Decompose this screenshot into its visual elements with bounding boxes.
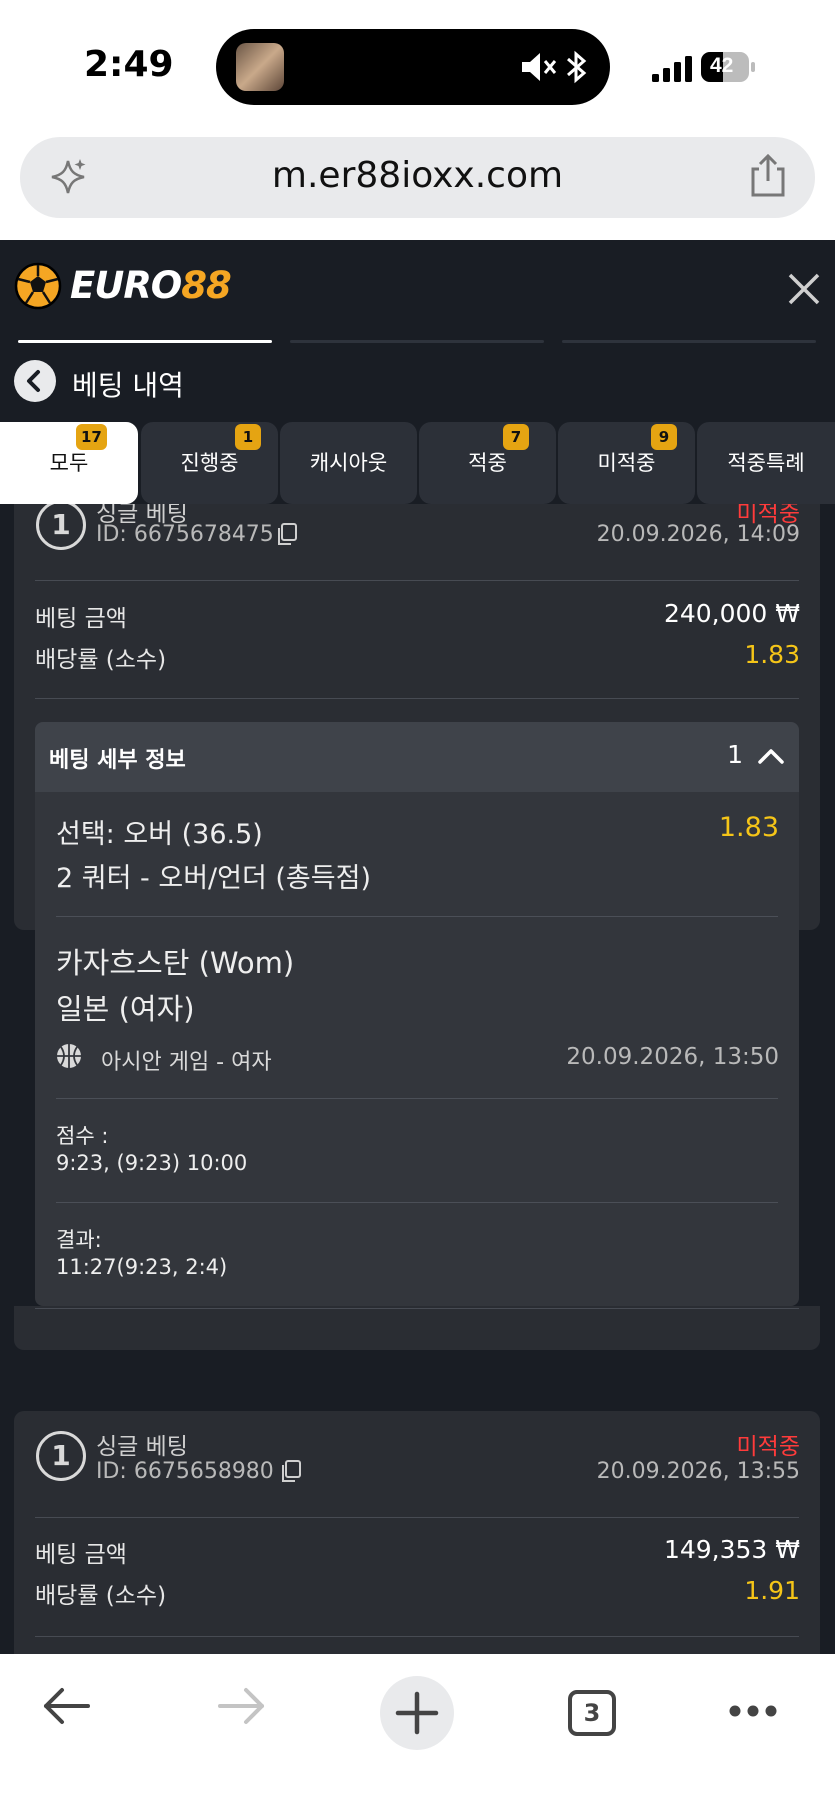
bet-amount: 240,000 ₩ xyxy=(663,599,800,628)
details-title: 베팅 세부 정보 xyxy=(49,748,186,773)
selection-odds: 1.83 xyxy=(718,812,779,843)
divider xyxy=(35,1308,799,1309)
bet-date: 20.09.2026, 13:55 xyxy=(596,1459,800,1484)
tab-badge: 1 xyxy=(235,424,261,450)
bluetooth-icon xyxy=(567,50,587,84)
close-icon[interactable] xyxy=(787,272,821,306)
tabs-count-button[interactable]: 3 xyxy=(568,1690,616,1736)
url-text[interactable]: m.er88ioxx.com xyxy=(20,155,815,196)
tab-label: 진행중 xyxy=(180,451,239,475)
selection: 선택: 오버 (36.5) xyxy=(56,819,263,850)
status-time: 2:49 xyxy=(84,44,174,85)
tab-all[interactable]: 모두 17 xyxy=(0,422,138,504)
brand-number: 88 xyxy=(181,264,231,307)
brand-logo: EURO88 xyxy=(70,264,232,307)
header-tab-indicators xyxy=(0,340,835,344)
team-home: 카자흐스탄 (Wom) xyxy=(56,946,295,980)
bet-type: 싱글 베팅 xyxy=(96,1434,188,1460)
share-icon[interactable] xyxy=(747,153,789,199)
divider xyxy=(56,916,778,917)
odds-label: 배당률 (소수) xyxy=(35,647,167,673)
dynamic-island xyxy=(216,29,610,105)
soccer-ball-logo-icon xyxy=(14,262,62,310)
divider xyxy=(35,580,799,581)
result-value: 11:27(9:23, 2:4) xyxy=(56,1255,228,1279)
tab-label: 캐시아웃 xyxy=(309,451,388,475)
amount-label: 베팅 금액 xyxy=(35,606,127,632)
bet-details-toggle[interactable]: 베팅 세부 정보 1 xyxy=(35,722,799,792)
page-header: 베팅 내역 xyxy=(0,350,835,422)
tab-label: 적중 xyxy=(468,451,507,475)
status-bar: 2:49 42 xyxy=(0,0,835,135)
battery-level: 42 xyxy=(710,54,734,77)
bet-details-panel: 선택: 오버 (36.5) 1.83 2 쿼터 - 오버/언더 (총득점) 카자… xyxy=(35,792,799,1306)
bet-number: 1 xyxy=(36,504,86,550)
league: 아시안 게임 - 여자 xyxy=(101,1050,272,1075)
bet-amount: 149,353 ₩ xyxy=(663,1535,800,1564)
tab-label: 모두 xyxy=(49,451,89,475)
tab-in-progress[interactable]: 진행중 1 xyxy=(141,422,278,504)
divider xyxy=(56,1202,778,1203)
app-view: EURO88 베팅 내역 1 싱글 베팅 ID: 6675678475 미적중 … xyxy=(0,240,835,1654)
battery-icon: 42 xyxy=(701,52,755,82)
chevron-up-icon xyxy=(758,749,784,764)
browser-toolbar: 3 xyxy=(0,1654,835,1816)
divider xyxy=(35,1636,799,1637)
details-count: 1 xyxy=(727,740,743,769)
bet-card-footer xyxy=(14,1306,820,1350)
tab-cashout[interactable]: 캐시아웃 xyxy=(280,422,417,504)
divider xyxy=(35,698,799,699)
address-bar[interactable]: m.er88ioxx.com xyxy=(20,137,815,218)
score-label: 점수 : xyxy=(56,1124,109,1148)
now-playing-thumbnail xyxy=(236,43,284,91)
copy-icon[interactable] xyxy=(276,522,298,546)
signal-icon xyxy=(652,56,692,82)
tab-label: 미적중 xyxy=(597,451,656,475)
divider xyxy=(56,1098,778,1099)
tab-badge: 7 xyxy=(503,424,529,450)
bet-odds: 1.83 xyxy=(744,640,800,669)
back-button[interactable] xyxy=(14,360,56,402)
chevron-left-icon xyxy=(27,370,40,392)
divider xyxy=(35,1517,799,1518)
match-date: 20.09.2026, 13:50 xyxy=(566,1044,779,1070)
bet-number: 1 xyxy=(36,1431,86,1481)
bet-status: 미적중 xyxy=(736,1434,800,1460)
bet-card: 1 싱글 베팅 ID: 6675658980 미적중 20.09.2026, 1… xyxy=(14,1411,820,1654)
score-value: 9:23, (9:23) 10:00 xyxy=(56,1151,248,1175)
bet-id: ID: 6675678475 xyxy=(96,522,274,547)
odds-label: 배당률 (소수) xyxy=(35,1583,167,1609)
app-header: EURO88 xyxy=(0,240,835,340)
tab-label: 적중특례 xyxy=(727,451,805,475)
tab-lost[interactable]: 미적중 9 xyxy=(558,422,695,504)
bet-date: 20.09.2026, 14:09 xyxy=(596,522,800,547)
tab-badge: 9 xyxy=(651,424,677,450)
bet-id: ID: 6675658980 xyxy=(96,1459,274,1484)
basketball-icon xyxy=(57,1044,81,1068)
back-arrow-icon[interactable] xyxy=(40,1684,92,1728)
copy-icon[interactable] xyxy=(280,1459,302,1483)
tab-special-win[interactable]: 적중특례 xyxy=(697,422,835,504)
tab-won[interactable]: 적중 7 xyxy=(419,422,556,504)
forward-arrow-icon[interactable] xyxy=(216,1684,268,1728)
brand-word: EURO xyxy=(70,264,182,307)
market: 2 쿼터 - 오버/언더 (총득점) xyxy=(56,863,371,894)
page-title: 베팅 내역 xyxy=(72,369,184,402)
result-label: 결과: xyxy=(56,1228,102,1252)
bet-odds: 1.91 xyxy=(744,1576,800,1605)
team-away: 일본 (여자) xyxy=(56,992,195,1026)
filter-tabs: 모두 17 진행중 1 캐시아웃 적중 7 미적중 9 적중특례 xyxy=(0,422,835,504)
more-icon[interactable] xyxy=(728,1704,778,1718)
plus-icon xyxy=(395,1691,439,1735)
tab-badge: 17 xyxy=(76,424,107,450)
amount-label: 베팅 금액 xyxy=(35,1542,127,1568)
mute-icon xyxy=(522,53,557,81)
new-tab-button[interactable] xyxy=(380,1676,454,1750)
